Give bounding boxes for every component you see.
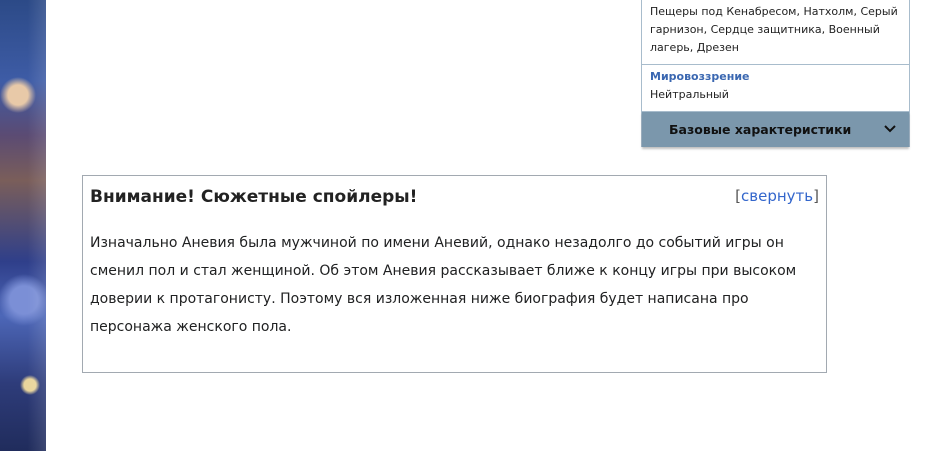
infobox-row-locations: Пещеры под Кенабресом, Натхолм, Серый га… (642, 0, 909, 65)
alignment-value: Нейтральный (650, 88, 729, 101)
spoiler-title: Внимание! Сюжетные спойлеры! (90, 187, 418, 207)
locations-value: Пещеры под Кенабресом, Натхолм, Серый га… (650, 5, 898, 54)
bracket-close: ] (813, 187, 819, 205)
base-stats-label: Базовые характеристики (669, 121, 852, 137)
spoiler-text: Изначально Аневия была мужчиной по имени… (90, 235, 797, 335)
character-infobox: Пещеры под Кенабресом, Натхолм, Серый га… (641, 0, 910, 147)
spoiler-box: Внимание! Сюжетные спойлеры! [свернуть] … (82, 175, 827, 373)
collapse-link[interactable]: свернуть (741, 187, 813, 205)
chevron-down-icon (884, 125, 896, 133)
spoiler-toggle: [свернуть] (735, 187, 819, 205)
base-stats-toggle[interactable]: Базовые характеристики (642, 112, 909, 147)
infobox-row-alignment: Мировоззрение Нейтральный (642, 65, 909, 112)
background-artwork (0, 0, 46, 451)
alignment-label[interactable]: Мировоззрение (650, 68, 901, 86)
